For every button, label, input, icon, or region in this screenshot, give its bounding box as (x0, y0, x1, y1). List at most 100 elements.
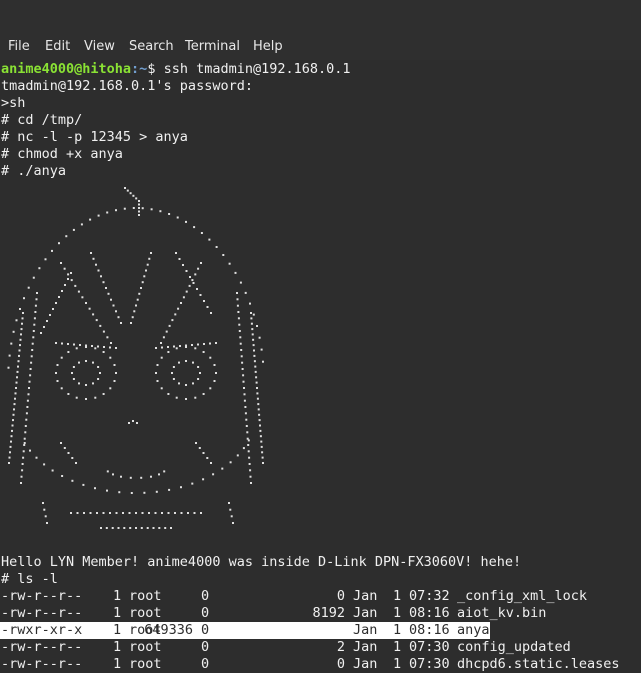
art-dot (155, 490, 158, 493)
ls-day: 1 (393, 656, 402, 672)
ls-group: 0 (201, 588, 210, 604)
art-dot (67, 343, 69, 345)
art-dot (70, 272, 72, 274)
ls-group: 0 (201, 656, 210, 672)
ls-month: Jan (353, 622, 378, 638)
art-dot (46, 320, 48, 322)
ls-day: 1 (393, 588, 402, 604)
art-dot (258, 336, 261, 339)
art-dot (255, 381, 258, 384)
title-bar[interactable] (0, 0, 641, 36)
art-dot (94, 487, 96, 490)
art-dot (200, 232, 203, 234)
art-dot (230, 515, 233, 518)
art-dot (111, 527, 114, 529)
menu-edit[interactable]: Edit (45, 39, 70, 54)
art-dot (243, 393, 246, 396)
art-dot (128, 512, 131, 514)
art-dot (129, 476, 132, 479)
ls-name[interactable]: dhcpd6.static.leases (457, 656, 620, 673)
art-dot (244, 406, 247, 408)
art-dot (95, 319, 98, 322)
art-dot (10, 435, 13, 438)
ls-size: 0 (336, 588, 345, 604)
art-dot (44, 515, 47, 518)
art-dot (91, 345, 93, 347)
ls-group: 0 (201, 622, 210, 638)
art-dot (215, 342, 217, 344)
art-dot (148, 512, 150, 514)
art-dot (28, 380, 31, 383)
ls-name[interactable]: _config_xml_lock (457, 588, 587, 605)
ls-name[interactable]: config_updated (457, 639, 571, 656)
art-dot (27, 286, 30, 289)
art-dot (22, 450, 25, 453)
terminal-output[interactable]: anime4000@hitoha:~$ ssh tmadmin@192.168.… (0, 60, 641, 673)
art-dot (29, 368, 32, 370)
art-dot (247, 444, 250, 446)
ls-name[interactable]: anya (457, 622, 490, 639)
art-dot (243, 399, 246, 402)
art-dot (8, 456, 11, 459)
art-dot (188, 284, 191, 287)
ls-perms: -rw-r--r-- (1, 639, 83, 655)
ls-time: 08:16 (409, 622, 450, 638)
art-dot (242, 374, 245, 377)
art-dot (156, 380, 159, 382)
art-dot (155, 372, 157, 374)
art-dot (244, 291, 247, 294)
ls-links: 1 (113, 588, 122, 604)
ls-group: 0 (201, 605, 210, 621)
art-dot (138, 207, 140, 209)
art-dot (256, 325, 258, 327)
art-dot (23, 442, 26, 444)
ls-name[interactable]: aiot_kv.bin (457, 605, 546, 622)
terminal-window: File Edit View Search Terminal Help anim… (0, 0, 641, 673)
art-dot (197, 378, 200, 380)
art-dot (19, 338, 22, 341)
art-dot (85, 398, 87, 400)
art-dot (56, 380, 59, 382)
art-dot (191, 482, 194, 485)
art-dot (197, 366, 200, 368)
ls-owner: root (129, 639, 162, 655)
art-dot (200, 512, 202, 514)
art-dot (35, 456, 38, 459)
art-dot (110, 342, 112, 344)
art-dot (107, 292, 110, 295)
art-dot (197, 267, 200, 270)
menu-help[interactable]: Help (253, 39, 283, 54)
ls-links: 1 (113, 605, 122, 621)
art-dot (58, 242, 60, 245)
art-dot (196, 288, 198, 290)
art-dot (14, 392, 17, 395)
art-dot (194, 273, 197, 276)
art-dot (240, 355, 243, 358)
art-dot (249, 302, 251, 305)
art-dot (23, 297, 25, 300)
art-dot (89, 218, 92, 221)
art-dot (105, 287, 107, 289)
menu-terminal[interactable]: Terminal (185, 39, 240, 54)
art-dot (146, 527, 149, 529)
art-dot (112, 473, 114, 476)
art-dot (92, 257, 95, 260)
art-dot (11, 424, 14, 427)
art-dot (240, 349, 243, 351)
ls-owner: root (129, 656, 162, 672)
art-dot (17, 360, 20, 363)
ls-time: 07:30 (409, 656, 450, 672)
art-dot (178, 258, 181, 260)
art-dot (90, 252, 92, 254)
menu-view[interactable]: View (84, 39, 115, 54)
art-dot (202, 393, 205, 395)
art-dot (261, 456, 264, 459)
menu-search[interactable]: Search (129, 39, 174, 54)
art-dot (193, 226, 196, 229)
menu-file[interactable]: File (8, 39, 30, 54)
art-dot (43, 508, 46, 511)
art-dot (132, 420, 134, 422)
art-dot (67, 452, 70, 454)
art-dot (175, 396, 178, 399)
art-dot (257, 408, 260, 411)
